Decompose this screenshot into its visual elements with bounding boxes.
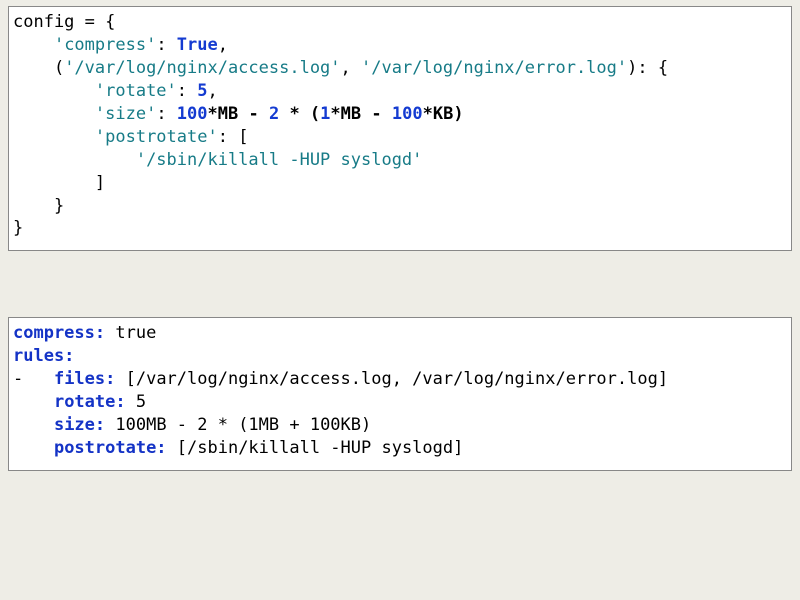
py-op: ) xyxy=(453,104,463,124)
yaml-code-block: compress: true rules: - files: [/var/log… xyxy=(8,317,792,471)
py-string: '/sbin/killall -HUP syslogd' xyxy=(136,150,423,170)
py-ident: MB xyxy=(341,104,361,124)
py-punct: : xyxy=(177,81,197,101)
code-line xyxy=(13,104,95,124)
py-op: - xyxy=(238,104,269,124)
py-punct: , xyxy=(208,81,218,101)
py-string: 'postrotate' xyxy=(95,127,218,147)
code-line xyxy=(13,81,95,101)
yaml-value: 100MB - 2 * (1MB + 100KB) xyxy=(105,415,371,435)
yaml-key: rules: xyxy=(13,346,74,366)
yaml-value: true xyxy=(105,323,156,343)
py-string: 'rotate' xyxy=(95,81,177,101)
yaml-value: 5 xyxy=(126,392,146,412)
py-punct: : xyxy=(156,35,176,55)
py-op: * ( xyxy=(279,104,320,124)
yaml-indent xyxy=(13,392,54,412)
py-ident: KB xyxy=(433,104,453,124)
yaml-indent xyxy=(13,438,54,458)
py-number: 100 xyxy=(392,104,423,124)
py-string: '/var/log/nginx/error.log' xyxy=(361,58,627,78)
yaml-key: files: xyxy=(54,369,115,389)
slide: config = { 'compress': True, ('/var/log/… xyxy=(0,0,800,471)
yaml-dash: - xyxy=(13,369,54,389)
yaml-key: size: xyxy=(54,415,105,435)
py-ident: MB xyxy=(218,104,238,124)
py-op: - xyxy=(361,104,392,124)
py-string: 'compress' xyxy=(54,35,156,55)
code-line xyxy=(13,150,136,170)
py-op: * xyxy=(423,104,433,124)
py-number: 100 xyxy=(177,104,208,124)
code-line: ] xyxy=(13,173,105,193)
python-code-block: config = { 'compress': True, ('/var/log/… xyxy=(8,6,792,251)
yaml-value: [/var/log/nginx/access.log, /var/log/ngi… xyxy=(115,369,668,389)
py-punct: , xyxy=(218,35,228,55)
py-string: '/var/log/nginx/access.log' xyxy=(64,58,340,78)
py-op: * xyxy=(208,104,218,124)
code-line: ( xyxy=(13,58,64,78)
py-true: True xyxy=(177,35,218,55)
py-punct: ): { xyxy=(627,58,668,78)
code-line: } xyxy=(13,196,64,216)
yaml-indent xyxy=(13,415,54,435)
code-line xyxy=(13,127,95,147)
yaml-value: [/sbin/killall -HUP syslogd] xyxy=(167,438,464,458)
yaml-key: compress: xyxy=(13,323,105,343)
py-punct: : [ xyxy=(218,127,249,147)
py-number: 2 xyxy=(269,104,279,124)
yaml-key: rotate: xyxy=(54,392,126,412)
py-string: 'size' xyxy=(95,104,156,124)
py-number: 1 xyxy=(320,104,330,124)
py-number: 5 xyxy=(197,81,207,101)
py-punct: , xyxy=(341,58,361,78)
py-punct: : xyxy=(156,104,176,124)
yaml-key: postrotate: xyxy=(54,438,167,458)
spacer xyxy=(8,251,792,317)
code-line: config = { xyxy=(13,12,115,32)
code-line: } xyxy=(13,218,23,238)
code-line xyxy=(13,35,54,55)
py-op: * xyxy=(330,104,340,124)
